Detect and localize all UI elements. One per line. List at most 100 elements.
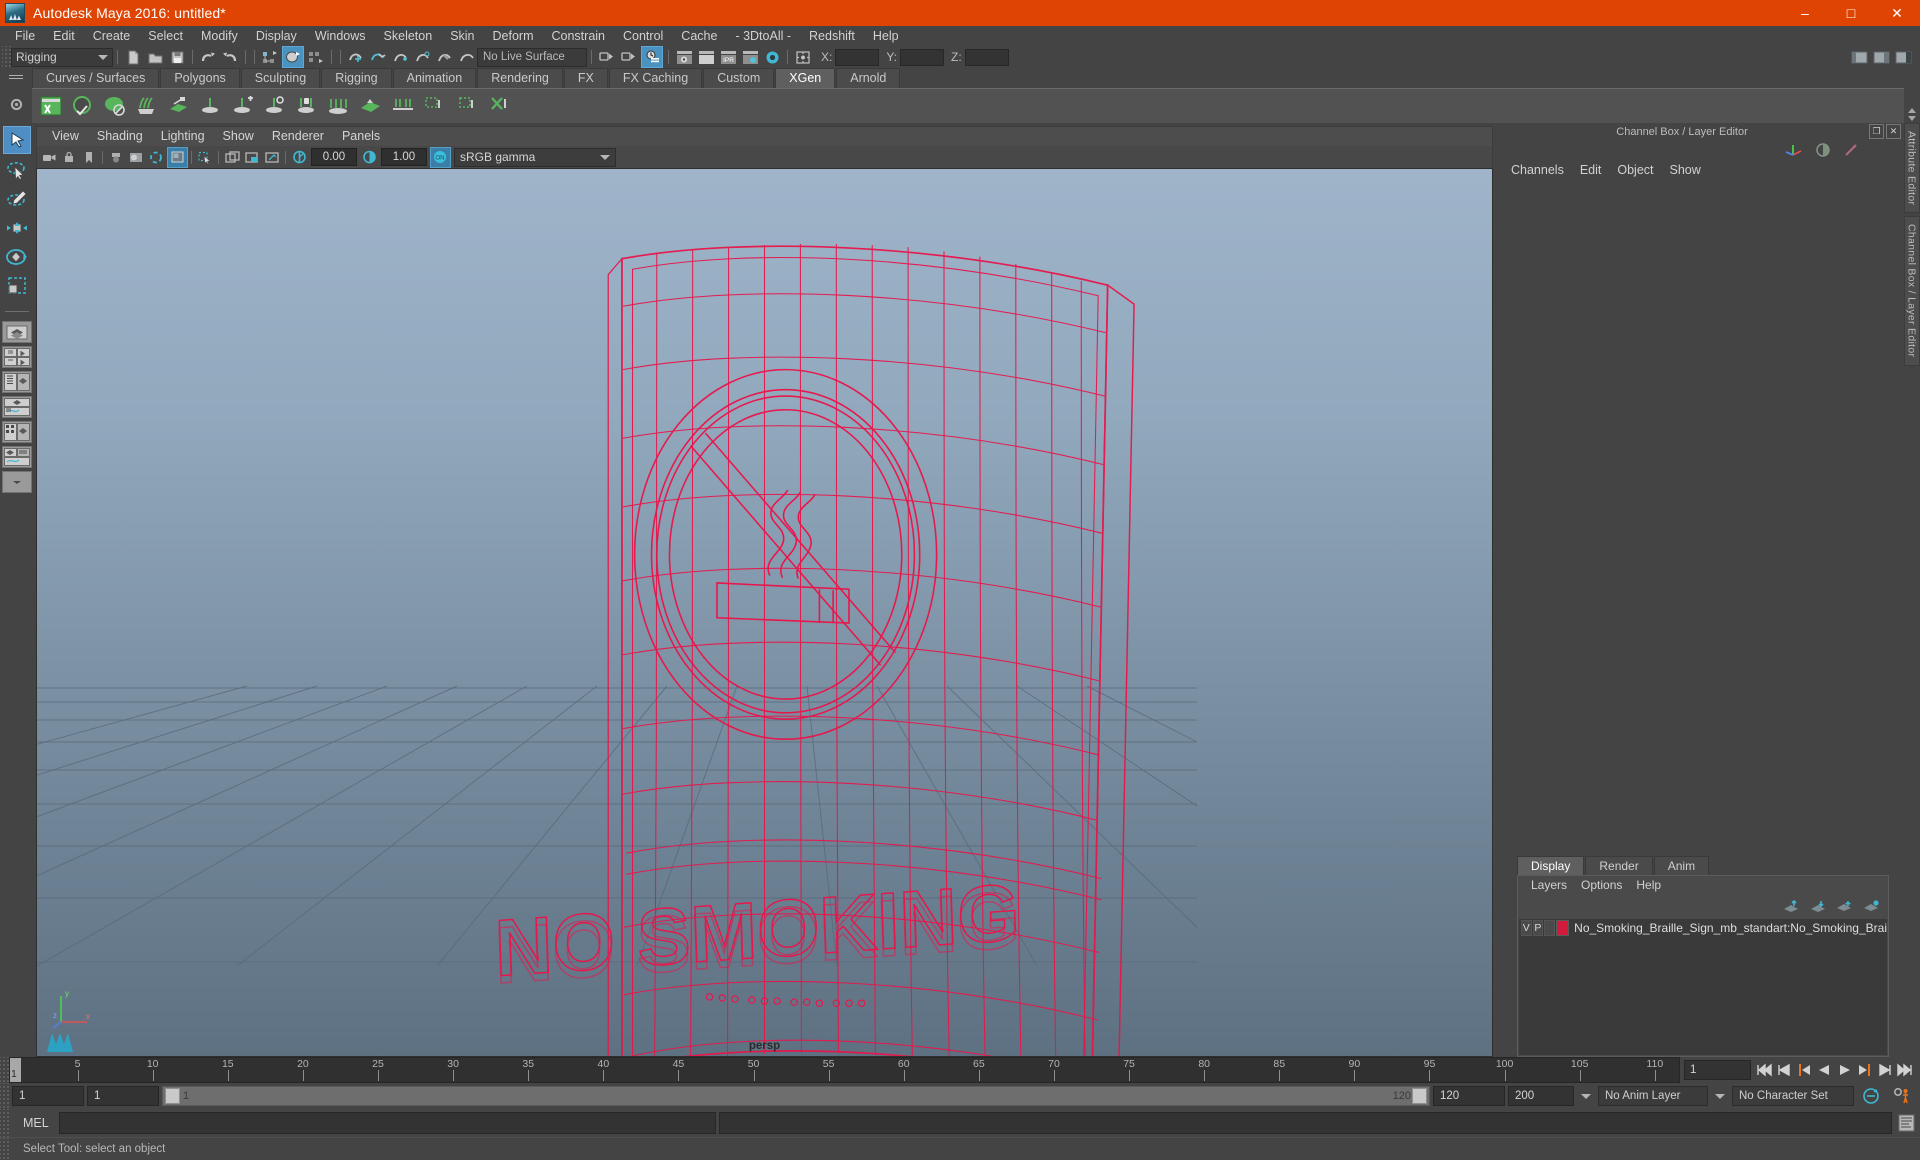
character-set-selector[interactable]: No Character Set	[1732, 1086, 1854, 1106]
show-hide-attribute-editor-icon[interactable]	[1871, 47, 1891, 67]
shelf-tab-rendering[interactable]: Rendering	[477, 68, 563, 88]
select-camera-icon[interactable]	[40, 148, 59, 167]
maximize-button[interactable]: □	[1828, 0, 1874, 26]
shelf-tab-arnold[interactable]: Arnold	[836, 68, 901, 88]
play-backwards-icon[interactable]	[1815, 1060, 1834, 1080]
paint-select-tool[interactable]	[4, 186, 30, 212]
shelf-tab-curves-surfaces[interactable]: Curves / Surfaces	[32, 68, 160, 88]
playback-end-time-field[interactable]: 120	[1433, 1086, 1505, 1106]
viewport-menu-lighting[interactable]: Lighting	[152, 127, 214, 146]
time-slider-gripper[interactable]	[0, 1057, 9, 1083]
layer-row[interactable]: V P No_Smoking_Braille_Sign_mb_standart:…	[1519, 919, 1887, 936]
bookmark-icon[interactable]	[80, 148, 99, 167]
snap-to-grid-icon[interactable]	[346, 47, 366, 67]
xray-joints-icon[interactable]	[243, 148, 262, 167]
layer-visibility-toggle[interactable]: V	[1521, 919, 1532, 936]
vertical-tab-channel-box[interactable]: Channel Box / Layer Editor	[1903, 216, 1920, 366]
make-live-icon[interactable]	[456, 47, 476, 67]
menu-edit[interactable]: Edit	[44, 26, 84, 46]
xray-active-components-icon[interactable]	[263, 148, 282, 167]
select-by-object-icon[interactable]	[282, 46, 304, 68]
redo-icon[interactable]	[220, 47, 240, 67]
range-slider-right-handle[interactable]	[1412, 1088, 1427, 1104]
more-layouts-dropdown[interactable]	[2, 471, 32, 493]
perspective-viewport[interactable]: NO SMOKING NO SMOKING y x z persp	[36, 168, 1493, 1057]
exposure-icon[interactable]	[290, 148, 309, 167]
editor-toggle-icon[interactable]	[793, 47, 813, 67]
xgen-guides-icon[interactable]	[166, 93, 192, 119]
coord-x-field[interactable]	[835, 48, 880, 66]
undock-panel-button[interactable]: ❐	[1869, 124, 1884, 139]
menu-redshift[interactable]: Redshift	[800, 26, 864, 46]
play-forwards-icon[interactable]	[1835, 1060, 1854, 1080]
viewport-menu-panels[interactable]: Panels	[333, 127, 389, 146]
coord-y-field[interactable]	[900, 48, 945, 66]
camera-attributes-icon[interactable]	[107, 148, 126, 167]
menu-skin[interactable]: Skin	[441, 26, 483, 46]
shelf-tab-xgen[interactable]: XGen	[775, 68, 836, 88]
move-tool[interactable]	[4, 215, 30, 241]
show-hide-channel-box-icon[interactable]	[1893, 47, 1913, 67]
select-by-component-icon[interactable]	[306, 47, 326, 67]
output-connections-icon[interactable]	[619, 47, 639, 67]
help-line-gripper[interactable]	[0, 1138, 9, 1160]
viewport-menu-renderer[interactable]: Renderer	[263, 127, 333, 146]
xray-toggle-icon[interactable]	[223, 148, 242, 167]
select-by-hierarchy-icon[interactable]	[260, 47, 280, 67]
gamma-icon[interactable]	[360, 148, 379, 167]
snap-to-point-icon[interactable]	[390, 47, 410, 67]
layer-display-type-toggle[interactable]	[1544, 919, 1555, 936]
close-button[interactable]: ✕	[1874, 0, 1920, 26]
lock-camera-icon[interactable]	[60, 148, 79, 167]
xgen-length-brush-icon[interactable]	[262, 93, 288, 119]
minimize-button[interactable]: –	[1782, 0, 1828, 26]
persp-outliner-layout[interactable]	[2, 371, 32, 393]
xgen-density-brush-icon[interactable]	[198, 93, 224, 119]
shelf-scroll-down-icon[interactable]	[1908, 116, 1916, 121]
channel-box-area[interactable]	[1495, 180, 1903, 856]
xgen-clump-icon[interactable]	[390, 93, 416, 119]
scale-tool[interactable]	[4, 273, 30, 299]
step-forward-keyframe-icon[interactable]	[1875, 1060, 1894, 1080]
xgen-region-icon[interactable]	[326, 93, 352, 119]
menu-skeleton[interactable]: Skeleton	[375, 26, 442, 46]
menu-3dtoall[interactable]: - 3DtoAll -	[726, 26, 800, 46]
xgen-render-icon[interactable]	[102, 93, 128, 119]
shelf-scroll-up-icon[interactable]	[1908, 108, 1916, 113]
menu-control[interactable]: Control	[614, 26, 672, 46]
hypershade-icon[interactable]	[762, 47, 782, 67]
help-menu[interactable]: Help	[1629, 876, 1668, 895]
new-layer-from-selected-icon[interactable]	[1863, 899, 1880, 913]
command-input-field[interactable]	[58, 1112, 716, 1134]
script-editor-icon[interactable]	[1895, 1112, 1917, 1134]
xgen-convert-icon[interactable]	[454, 93, 480, 119]
single-perspective-layout[interactable]	[2, 321, 32, 343]
manipulator-axis-icon[interactable]	[1785, 142, 1803, 158]
xgen-groom-icon[interactable]	[134, 93, 160, 119]
shelf-tab-custom[interactable]: Custom	[703, 68, 775, 88]
menu-cache[interactable]: Cache	[672, 26, 726, 46]
step-forward-frame-icon[interactable]	[1855, 1060, 1874, 1080]
xgen-cut-icon[interactable]	[422, 93, 448, 119]
isolate-select-icon[interactable]	[196, 148, 215, 167]
command-language-label[interactable]: MEL	[9, 1116, 59, 1130]
menu-select[interactable]: Select	[139, 26, 192, 46]
edit-menu[interactable]: Edit	[1572, 160, 1610, 180]
layers-menu[interactable]: Layers	[1524, 876, 1574, 895]
persp-graph-outliner-layout[interactable]	[2, 446, 32, 468]
go-to-end-icon[interactable]	[1895, 1060, 1914, 1080]
render-current-frame-icon[interactable]	[696, 47, 716, 67]
playback-options-chevron-down-icon[interactable]	[1581, 1093, 1591, 1099]
playback-start-time-field[interactable]: 1	[87, 1086, 159, 1106]
four-view-layout[interactable]	[2, 346, 32, 368]
xgen-window-icon[interactable]	[38, 93, 64, 119]
persp-graph-editor-layout[interactable]	[2, 396, 32, 418]
snap-to-view-plane-icon[interactable]	[434, 47, 454, 67]
xgen-delete-icon[interactable]	[486, 93, 512, 119]
no-smoking-sign-model[interactable]: NO SMOKING NO SMOKING	[37, 169, 1492, 1056]
viewport-menu-show[interactable]: Show	[214, 127, 263, 146]
input-connections-icon[interactable]	[597, 47, 617, 67]
gear-icon[interactable]	[8, 96, 25, 113]
new-layer-icon[interactable]	[1836, 900, 1853, 913]
open-scene-icon[interactable]	[145, 47, 165, 67]
